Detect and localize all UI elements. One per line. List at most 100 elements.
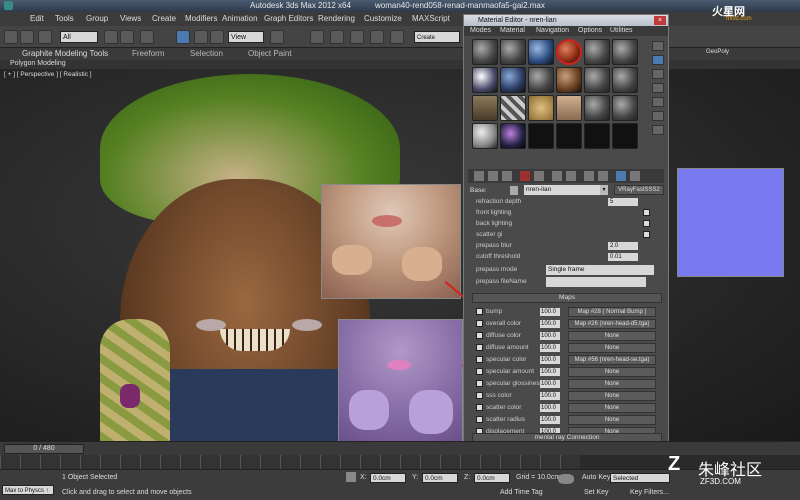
menu-modes[interactable]: Modes (470, 27, 491, 34)
map-slot-button[interactable]: None (568, 367, 656, 377)
tab-freeform[interactable]: Freeform (132, 49, 164, 58)
video-color-check-icon[interactable] (652, 97, 664, 107)
material-type-button[interactable]: VRayFastSSS2 (614, 185, 664, 195)
get-material-icon[interactable] (474, 171, 484, 181)
map-amount-spinner[interactable]: 100.0 (540, 320, 560, 328)
backlight-icon[interactable] (652, 55, 664, 65)
sample-slot[interactable] (556, 67, 582, 93)
map-amount-spinner[interactable]: 100.0 (540, 308, 560, 316)
sample-slot[interactable] (556, 123, 582, 149)
prepass-blur-spinner[interactable]: 2.0 (608, 242, 638, 250)
sample-slot[interactable] (612, 95, 638, 121)
map-amount-spinner[interactable]: 100.0 (540, 368, 560, 376)
map-amount-spinner[interactable]: 100.0 (540, 404, 560, 412)
lock-icon[interactable] (346, 472, 356, 482)
perspective-viewport[interactable]: [ + ] [ Perspective ] [ Realistic ] (0, 69, 800, 441)
put-to-library-icon[interactable] (552, 171, 562, 181)
select-by-name-icon[interactable] (120, 30, 134, 44)
align-icon[interactable] (390, 30, 404, 44)
map-slot-button[interactable]: None (568, 331, 656, 341)
cutoff-threshold-spinner[interactable]: 0.01 (608, 253, 638, 261)
pivot-icon[interactable] (270, 30, 284, 44)
map-amount-spinner[interactable]: 100.0 (540, 344, 560, 352)
app-icon[interactable] (4, 1, 13, 10)
auto-key-button[interactable]: Auto Key (582, 474, 610, 481)
region-select-icon[interactable] (140, 30, 154, 44)
close-icon[interactable]: × (654, 16, 666, 25)
sample-slot[interactable] (584, 39, 610, 65)
menu-views[interactable]: Views (120, 14, 141, 23)
named-selection-sets[interactable]: Create Selection (414, 31, 460, 53)
menu-maxscript[interactable]: MAXScript (412, 14, 450, 23)
sample-slot[interactable] (584, 67, 610, 93)
map-enable-checkbox[interactable] (476, 380, 483, 387)
reference-coord-select[interactable]: View (228, 31, 264, 43)
sample-slot[interactable] (584, 95, 610, 121)
menu-group[interactable]: Group (86, 14, 108, 23)
menu-graph-editors[interactable]: Graph Editors (264, 14, 313, 23)
tab-selection[interactable]: Selection (190, 49, 223, 58)
show-map-icon[interactable] (584, 171, 594, 181)
geopoly-button[interactable]: GeoPoly (706, 49, 729, 55)
menu-navigation[interactable]: Navigation (536, 27, 569, 34)
x-coordinate-field[interactable]: 0.0cm (370, 473, 406, 483)
make-preview-icon[interactable] (652, 111, 664, 121)
sample-type-icon[interactable] (652, 41, 664, 51)
maps-rollout-header[interactable]: Maps (472, 293, 662, 303)
map-amount-spinner[interactable]: 100.0 (540, 416, 560, 424)
background-icon[interactable] (652, 69, 664, 79)
map-amount-spinner[interactable]: 100.0 (540, 380, 560, 388)
front-lighting-checkbox[interactable] (643, 209, 650, 216)
sample-slot[interactable] (500, 123, 526, 149)
sample-slot[interactable] (612, 39, 638, 65)
map-slot-button[interactable]: Map #28 ( Normal Bump ) (568, 307, 656, 317)
angle-snap-icon[interactable] (330, 30, 344, 44)
chevron-down-icon[interactable]: ▾ (600, 185, 608, 195)
track-bar[interactable] (0, 455, 580, 469)
map-enable-checkbox[interactable] (476, 332, 483, 339)
undo-icon[interactable] (4, 30, 18, 44)
sample-slot[interactable] (556, 95, 582, 121)
pick-material-icon[interactable] (510, 186, 518, 195)
map-slot-button[interactable]: None (568, 379, 656, 389)
set-key-button[interactable]: Set Key (584, 489, 609, 496)
sample-slot[interactable] (528, 67, 554, 93)
menu-utilities[interactable]: Utilities (610, 27, 633, 34)
scatter-gi-checkbox[interactable] (643, 231, 650, 238)
uv-tiling-icon[interactable] (652, 83, 664, 93)
map-enable-checkbox[interactable] (476, 344, 483, 351)
sample-slot[interactable] (612, 123, 638, 149)
tab-graphite-modeling-tools[interactable]: Graphite Modeling Tools (22, 49, 108, 58)
menu-tools[interactable]: Tools (55, 14, 74, 23)
assign-material-icon[interactable] (502, 171, 512, 181)
percent-snap-icon[interactable] (350, 30, 364, 44)
map-enable-checkbox[interactable] (476, 356, 483, 363)
sample-slot[interactable] (472, 123, 498, 149)
map-slot-button[interactable]: None (568, 391, 656, 401)
show-end-result-icon[interactable] (598, 171, 608, 181)
selection-filter[interactable]: All (60, 31, 98, 43)
map-enable-checkbox[interactable] (476, 404, 483, 411)
menu-material[interactable]: Material (500, 27, 525, 34)
sample-slot[interactable] (472, 95, 498, 121)
sample-slot[interactable] (584, 123, 610, 149)
tab-object-paint[interactable]: Object Paint (248, 49, 292, 58)
z-coordinate-field[interactable]: 0.0cm (474, 473, 510, 483)
viewport-label[interactable]: [ + ] [ Perspective ] [ Realistic ] (4, 71, 92, 78)
map-enable-checkbox[interactable] (476, 416, 483, 423)
menu-animation[interactable]: Animation (222, 14, 258, 23)
time-slider-handle[interactable]: 0 / 480 (4, 444, 84, 454)
sample-slot[interactable] (500, 67, 526, 93)
refraction-depth-spinner[interactable]: 5 (608, 198, 638, 206)
sample-slot[interactable] (500, 95, 526, 121)
prepass-filename-field[interactable] (546, 277, 646, 287)
key-icon[interactable] (558, 474, 574, 484)
map-enable-checkbox[interactable] (476, 392, 483, 399)
maxscript-listener[interactable]: Max to Physcs ↑ (2, 485, 54, 495)
menu-create[interactable]: Create (152, 14, 176, 23)
put-to-scene-icon[interactable] (488, 171, 498, 181)
prepass-mode-select[interactable]: Single frame (546, 265, 654, 275)
reset-map-icon[interactable] (520, 171, 530, 181)
go-forward-icon[interactable] (630, 171, 640, 181)
key-set-select[interactable]: Selected (610, 473, 670, 483)
